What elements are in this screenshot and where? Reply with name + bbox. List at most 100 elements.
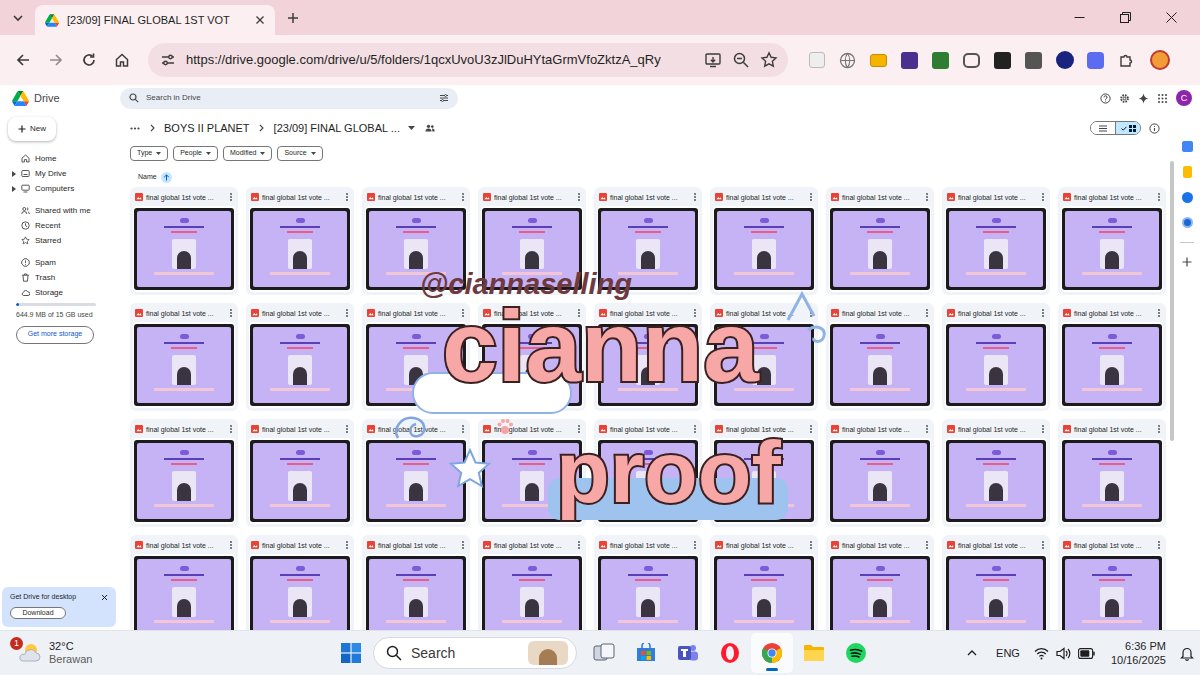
language-indicator[interactable]: ENG	[996, 645, 1020, 662]
browser-tab[interactable]: [23/09] FINAL GLOBAL 1ST VOT	[35, 5, 275, 35]
home-button[interactable]	[105, 44, 138, 77]
zoom-icon[interactable]	[732, 51, 750, 69]
tab-search-button[interactable]	[0, 0, 35, 35]
file-card[interactable]: final global 1st vote ...	[1058, 187, 1166, 295]
extension-button[interactable]	[926, 46, 955, 75]
more-actions-icon[interactable]	[925, 309, 929, 317]
breadcrumb-item[interactable]: [23/09] FINAL GLOBAL ...	[272, 120, 402, 137]
contacts-icon[interactable]	[1182, 217, 1193, 228]
more-actions-icon[interactable]	[345, 309, 349, 317]
drive-logo[interactable]: Drive	[0, 90, 120, 107]
file-card[interactable]: final global 1st vote ...	[826, 419, 934, 527]
sidebar-item[interactable]: Starred	[0, 233, 114, 248]
file-card[interactable]: final global 1st vote ...	[942, 419, 1050, 527]
profile-button[interactable]	[1143, 46, 1177, 75]
file-card[interactable]: final global 1st vote ...	[478, 535, 586, 630]
file-card[interactable]: final global 1st vote ...	[478, 419, 586, 527]
more-actions-icon[interactable]	[577, 425, 581, 433]
file-card[interactable]: final global 1st vote ...	[942, 535, 1050, 630]
more-actions-icon[interactable]	[345, 425, 349, 433]
file-card[interactable]: final global 1st vote ...	[942, 187, 1050, 295]
sidebar-item[interactable]: Home	[0, 151, 114, 166]
extension-button[interactable]	[988, 46, 1017, 75]
extension-button[interactable]	[1050, 46, 1079, 75]
apps-grid-icon[interactable]	[1157, 93, 1168, 104]
sidebar-item[interactable]: Recent	[0, 218, 114, 233]
file-card[interactable]: final global 1st vote ...	[594, 303, 702, 411]
scrollbar[interactable]	[1170, 111, 1174, 630]
sidebar-item[interactable]: Shared with me	[0, 203, 114, 218]
file-card[interactable]: final global 1st vote ...	[710, 303, 818, 411]
back-button[interactable]	[6, 44, 39, 77]
extension-button[interactable]	[1081, 46, 1110, 75]
file-card[interactable]: final global 1st vote ...	[1058, 419, 1166, 527]
help-icon[interactable]	[1100, 93, 1111, 104]
expand-arrow-icon[interactable]	[11, 170, 16, 178]
start-button[interactable]	[335, 633, 367, 673]
reload-button[interactable]	[72, 44, 105, 77]
more-actions-icon[interactable]	[229, 541, 233, 549]
file-card[interactable]: final global 1st vote ...	[362, 303, 470, 411]
more-actions-icon[interactable]	[1041, 309, 1045, 317]
scrollbar-thumb[interactable]	[1170, 161, 1174, 441]
more-actions-icon[interactable]	[693, 309, 697, 317]
more-actions-icon[interactable]	[925, 541, 929, 549]
close-window-button[interactable]	[1148, 0, 1194, 35]
close-promo-icon[interactable]	[101, 594, 108, 601]
new-button[interactable]: New	[8, 117, 56, 141]
sidebar-item[interactable]: Spam	[0, 255, 114, 270]
more-actions-icon[interactable]	[809, 541, 813, 549]
file-card[interactable]: final global 1st vote ...	[362, 535, 470, 630]
breadcrumb-item[interactable]: BOYS II PLANET	[162, 120, 252, 137]
weather-widget[interactable]: 1 32°C Berawan	[0, 640, 335, 666]
extension-button[interactable]	[864, 46, 893, 75]
explorer-taskbar-button[interactable]	[793, 633, 835, 673]
more-actions-icon[interactable]	[577, 193, 581, 201]
more-actions-icon[interactable]	[809, 193, 813, 201]
list-view-button[interactable]	[1091, 121, 1115, 135]
opera-taskbar-button[interactable]	[709, 633, 751, 673]
sidebar-item[interactable]: My Drive	[0, 166, 114, 181]
file-card[interactable]: final global 1st vote ...	[710, 419, 818, 527]
file-card[interactable]: final global 1st vote ...	[130, 419, 238, 527]
more-actions-icon[interactable]	[229, 309, 233, 317]
minimize-button[interactable]	[1056, 0, 1102, 35]
sidebar-item[interactable]: Computers	[0, 181, 114, 196]
tasks-icon[interactable]	[1182, 192, 1193, 203]
file-card[interactable]: final global 1st vote ...	[594, 187, 702, 295]
add-addon-icon[interactable]	[1182, 257, 1192, 267]
file-card[interactable]: final global 1st vote ...	[594, 419, 702, 527]
more-actions-icon[interactable]	[809, 425, 813, 433]
file-card[interactable]: final global 1st vote ...	[246, 535, 354, 630]
expand-arrow-icon[interactable]	[11, 185, 16, 193]
filter-chip[interactable]: People	[173, 146, 218, 161]
teams-taskbar-button[interactable]	[667, 633, 709, 673]
filter-chip[interactable]: Type	[130, 146, 168, 161]
file-card[interactable]: final global 1st vote ...	[362, 419, 470, 527]
drive-search[interactable]	[120, 88, 458, 109]
file-card[interactable]: final global 1st vote ...	[594, 535, 702, 630]
file-card[interactable]: final global 1st vote ...	[362, 187, 470, 295]
keep-icon[interactable]	[1183, 166, 1192, 178]
more-actions-icon[interactable]	[1157, 541, 1161, 549]
grid-view-button[interactable]	[1116, 121, 1140, 135]
file-card[interactable]: final global 1st vote ...	[942, 303, 1050, 411]
chrome-taskbar-button[interactable]	[751, 633, 793, 673]
close-tab-icon[interactable]	[255, 15, 265, 25]
more-actions-icon[interactable]	[345, 541, 349, 549]
more-actions-icon[interactable]	[229, 193, 233, 201]
store-taskbar-button[interactable]	[625, 633, 667, 673]
download-button[interactable]: Download	[10, 607, 66, 620]
more-actions-icon[interactable]	[461, 425, 465, 433]
file-card[interactable]: final global 1st vote ...	[130, 535, 238, 630]
folder-menu-icon[interactable]	[408, 126, 415, 130]
tray-overflow-icon[interactable]	[966, 647, 978, 659]
more-actions-icon[interactable]	[577, 541, 581, 549]
calendar-icon[interactable]	[1182, 141, 1193, 152]
more-actions-icon[interactable]	[1041, 193, 1045, 201]
extension-button[interactable]	[833, 46, 862, 75]
extension-button[interactable]	[802, 46, 831, 75]
more-folders-icon[interactable]	[128, 121, 142, 135]
more-actions-icon[interactable]	[693, 541, 697, 549]
file-card[interactable]: final global 1st vote ...	[130, 303, 238, 411]
